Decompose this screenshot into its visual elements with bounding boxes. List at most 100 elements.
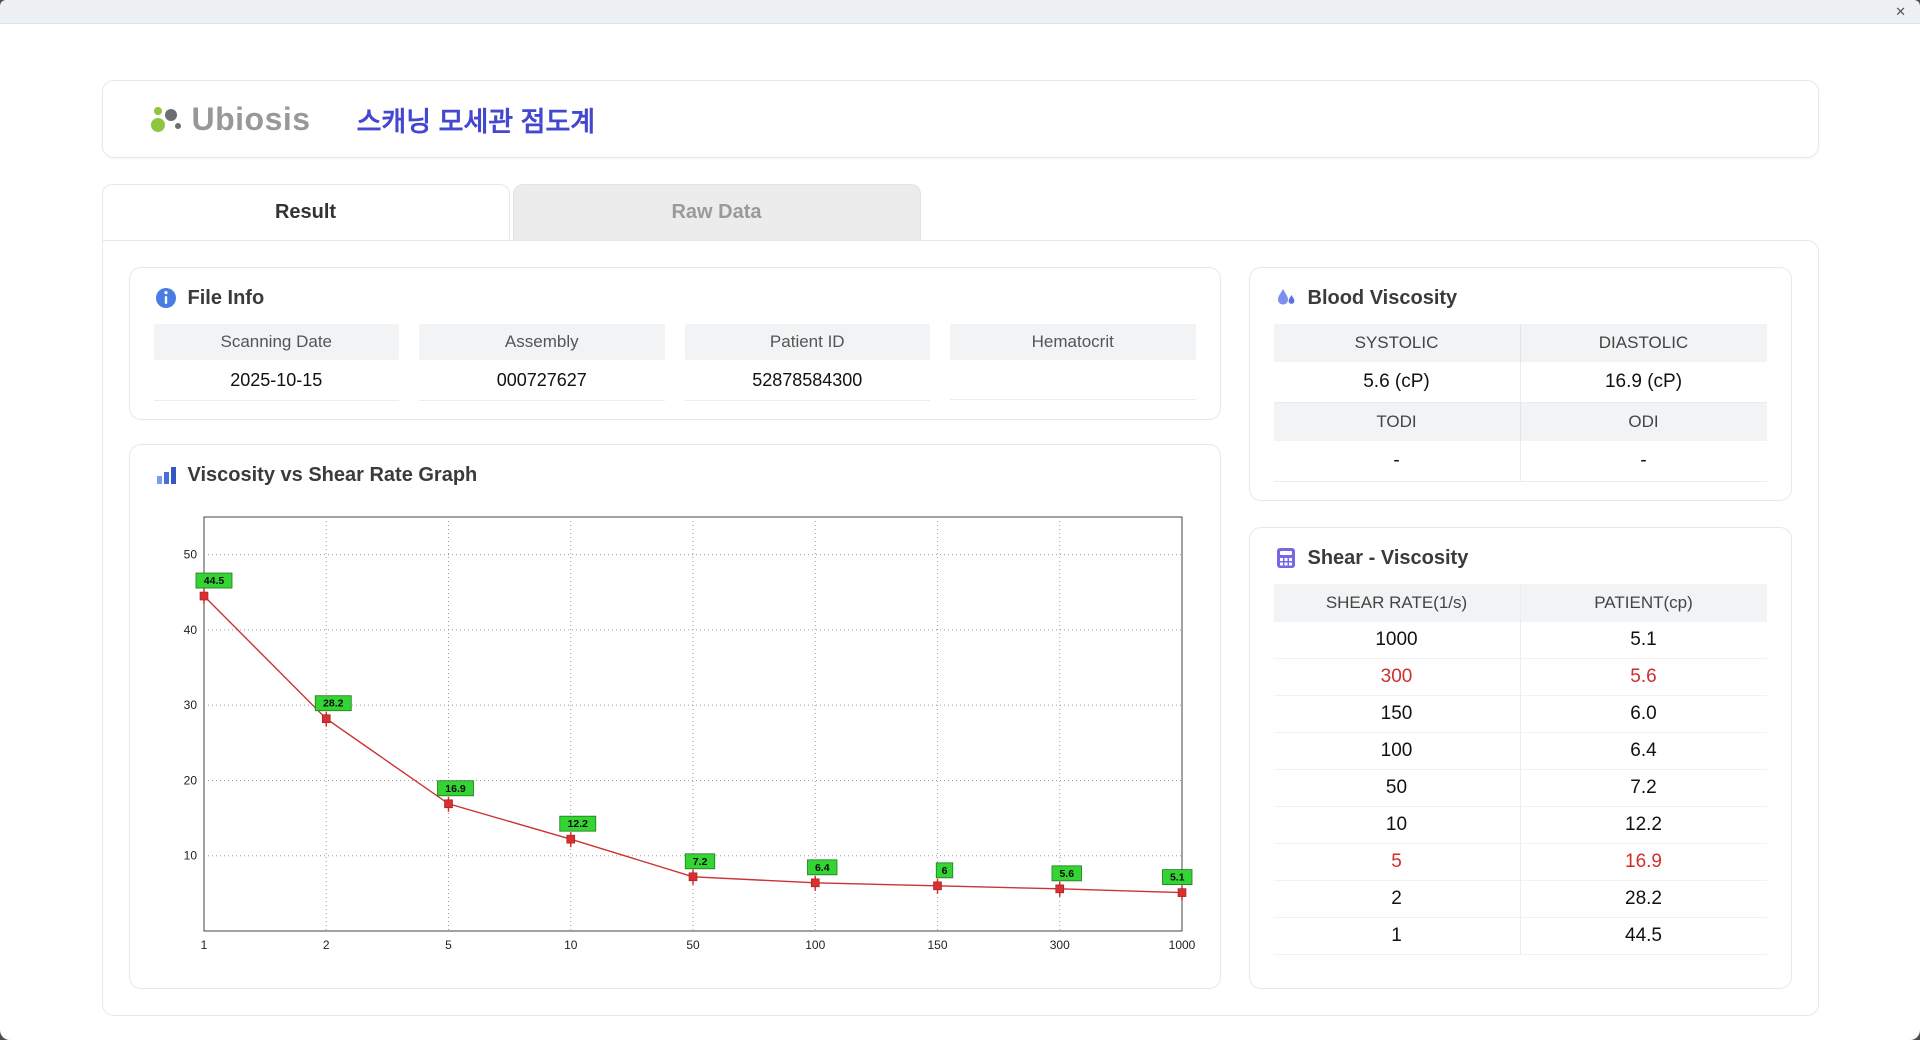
field-label: Hematocrit: [950, 324, 1196, 360]
svg-text:6.4: 6.4: [814, 862, 829, 874]
svg-text:150: 150: [927, 938, 947, 952]
blood-viscosity-title-row: Blood Viscosity: [1274, 286, 1767, 310]
file-info-card: File Info Scanning Date 2025-10-15 Assembl…: [128, 267, 1221, 420]
graph-card: Viscosity vs Shear Rate Graph 10 20 30 40 50…: [128, 444, 1221, 989]
content-panel: File Info Scanning Date 2025-10-15 Assembl…: [101, 240, 1819, 1016]
table-row: 50 7.2: [1273, 770, 1767, 807]
shear-rate-cell: 50: [1273, 770, 1520, 807]
patient-cell: 28.2: [1519, 881, 1767, 918]
ubiosis-logo: Ubiosis: [147, 101, 311, 138]
shear-viscosity-title-row: Shear - Viscosity: [1274, 546, 1767, 570]
graph-title-row: Viscosity vs Shear Rate Graph: [154, 463, 1196, 487]
svg-text:10: 10: [564, 938, 578, 952]
bv-header-row: SYSTOLIC DIASTOLIC: [1273, 324, 1767, 362]
app-window: Ubiosis 스캐닝 모세관 점도계 Result Raw Data File…: [0, 24, 1920, 1040]
bv-header-row: TODI ODI: [1273, 403, 1767, 441]
svg-text:50: 50: [686, 938, 700, 952]
svg-text:20: 20: [183, 773, 197, 787]
patient-cell: 5.6: [1519, 659, 1767, 696]
shear-rate-cell: 1000: [1273, 622, 1520, 659]
tab-raw-data[interactable]: Raw Data: [512, 184, 921, 240]
shear-rate-column-header: SHEAR RATE(1/s): [1325, 593, 1468, 612]
calculator-icon: [1276, 548, 1295, 568]
shear-viscosity-title: Shear - Viscosity: [1307, 546, 1469, 569]
bv-header-cell: SYSTOLIC: [1354, 333, 1439, 352]
bv-value-cell: 5.6 (cP): [1273, 362, 1520, 403]
table-row: 2 28.2: [1273, 881, 1767, 918]
table-row: 300 5.6: [1273, 659, 1767, 696]
shear-rate-cell: 100: [1273, 733, 1520, 770]
bv-header-cell: ODI: [1519, 403, 1767, 441]
logo-text: Ubiosis: [191, 100, 311, 137]
blood-viscosity-card: Blood Viscosity SYSTOLIC DIASTOLIC 5.6 (cP…: [1248, 267, 1792, 501]
svg-text:10: 10: [183, 849, 197, 863]
svg-text:300: 300: [1049, 938, 1069, 952]
shear-table-header: SHEAR RATE(1/s) PATIENT(cp): [1273, 584, 1767, 622]
svg-text:1000: 1000: [1168, 938, 1195, 952]
field-label: Patient ID: [684, 324, 930, 360]
field-label: Scanning Date: [153, 324, 399, 360]
patient-column-header: PATIENT(cp): [1519, 584, 1767, 622]
shear-rate-cell: 300: [1273, 659, 1520, 696]
file-info-title-row: File Info: [154, 286, 1196, 310]
window-titlebar: ✕: [0, 0, 1920, 24]
field-value: 000727627: [419, 360, 665, 401]
shear-rate-cell: 10: [1273, 807, 1520, 844]
file-info-fields: Scanning Date 2025-10-15 Assembly 000727627…: [153, 324, 1196, 401]
table-row: 5 16.9: [1273, 844, 1767, 881]
app-header: Ubiosis 스캐닝 모세관 점도계: [101, 80, 1819, 158]
svg-text:5.1: 5.1: [1169, 872, 1184, 884]
bv-value-row: --: [1273, 441, 1767, 482]
blood-viscosity-table: SYSTOLIC DIASTOLIC 5.6 (cP) 16.9 (cP) TODI OD…: [1273, 324, 1767, 482]
shear-table-body: 1000 5.1 300 5.6 150 6.0 100 6.4 50 7.2 10 12.2 5 16.…: [1273, 622, 1767, 955]
tab-result[interactable]: Result: [101, 184, 510, 240]
blood-viscosity-title: Blood Viscosity: [1307, 286, 1458, 309]
shear-rate-cell: 150: [1273, 696, 1520, 733]
file-info-field: Hematocrit: [950, 324, 1196, 401]
shear-rate-cell: 5: [1273, 844, 1520, 881]
field-label: Assembly: [419, 324, 665, 360]
patient-cell: 5.1: [1519, 622, 1767, 659]
file-info-field: Scanning Date 2025-10-15: [153, 324, 399, 401]
patient-cell: 7.2: [1519, 770, 1767, 807]
svg-text:50: 50: [183, 548, 197, 562]
table-row: 150 6.0: [1273, 696, 1767, 733]
svg-text:100: 100: [805, 938, 825, 952]
svg-text:6: 6: [941, 865, 947, 877]
bar-chart-icon: [156, 467, 176, 484]
bv-value-cell: -: [1273, 441, 1520, 482]
graph-title: Viscosity vs Shear Rate Graph: [187, 463, 478, 486]
close-icon[interactable]: ✕: [1895, 5, 1906, 18]
svg-text:30: 30: [183, 698, 197, 712]
logo-leaf-icon: [150, 107, 181, 132]
table-row: 100 6.4: [1273, 733, 1767, 770]
info-icon: [155, 288, 176, 308]
svg-text:7.2: 7.2: [692, 856, 707, 868]
svg-text:5.6: 5.6: [1059, 868, 1074, 880]
svg-text:5: 5: [445, 938, 452, 952]
svg-text:44.5: 44.5: [203, 575, 224, 587]
patient-cell: 6.0: [1519, 696, 1767, 733]
bv-header-cell: TODI: [1376, 412, 1417, 431]
table-row: 10 12.2: [1273, 807, 1767, 844]
chart-holder: 10 20 30 40 50 1 2 5 10 50 100 150 300 1000 44.5 28.2 16…: [154, 501, 1196, 968]
file-info-title: File Info: [187, 286, 265, 309]
viscosity-shear-chart: 10 20 30 40 50 1 2 5 10 50 100 150 300 1000 44.5 28.2 16…: [183, 516, 1195, 952]
field-value: [950, 360, 1196, 400]
droplet-icon: [1277, 289, 1294, 305]
svg-text:40: 40: [183, 623, 197, 637]
patient-cell: 6.4: [1519, 733, 1767, 770]
patient-cell: 12.2: [1519, 807, 1767, 844]
shear-rate-cell: 2: [1273, 881, 1520, 918]
bv-value-row: 5.6 (cP) 16.9 (cP): [1273, 362, 1767, 403]
patient-cell: 44.5: [1519, 918, 1767, 955]
bv-value-cell: -: [1519, 441, 1767, 482]
svg-text:16.9: 16.9: [445, 783, 466, 795]
tab-bar: Result Raw Data: [101, 184, 1819, 240]
bv-value-cell: 16.9 (cP): [1519, 362, 1767, 403]
field-value: 52878584300: [684, 360, 930, 401]
table-row: 1000 5.1: [1273, 622, 1767, 659]
field-value: 2025-10-15: [153, 360, 399, 401]
table-row: 1 44.5: [1273, 918, 1767, 955]
svg-text:12.2: 12.2: [567, 818, 588, 830]
